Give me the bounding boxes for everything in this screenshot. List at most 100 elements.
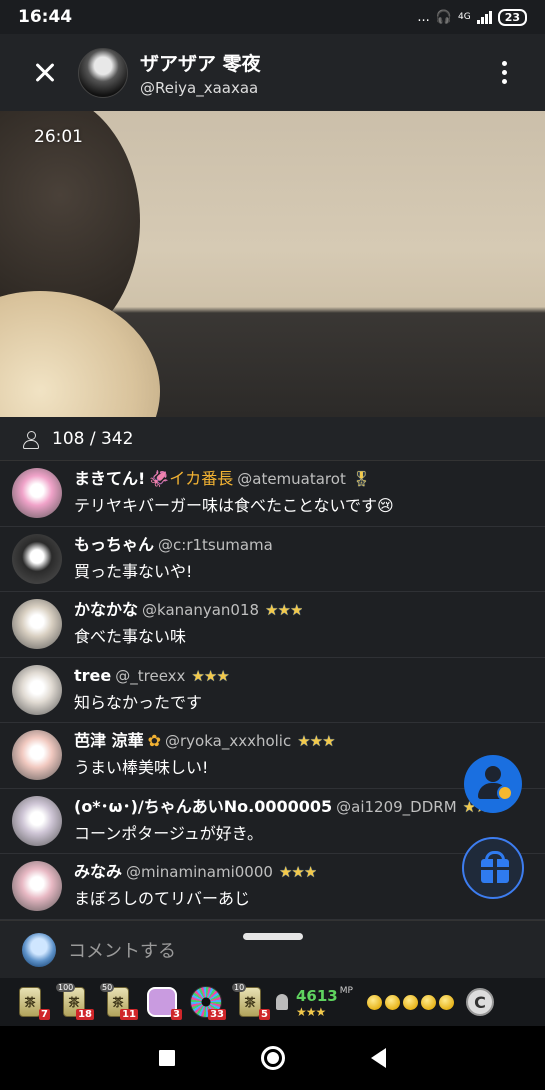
commenter-avatar[interactable] <box>12 730 62 781</box>
mp-value: 4613 <box>296 986 338 1005</box>
back-icon[interactable] <box>371 1048 386 1068</box>
gift-quantity: 18 <box>76 1009 94 1020</box>
shovel-icon <box>276 994 288 1010</box>
commenter-badge: ✿ <box>147 731 161 751</box>
coin-icon <box>402 994 418 1010</box>
comment-text: テリヤキバーガー味は食べたことないです😢 <box>74 496 394 516</box>
coin-icon <box>366 994 382 1010</box>
gift-item[interactable]: 3 <box>142 982 182 1022</box>
commenter-handle: @atemuatarot <box>237 470 346 489</box>
commenter-name: かなかな <box>74 600 139 620</box>
user-check-icon <box>485 766 501 782</box>
mp-unit: MP <box>339 985 353 996</box>
coin-icon <box>438 994 454 1010</box>
gift-tag: 10 <box>232 983 247 992</box>
gift-tray: 茶 7 茶 100 18 茶 50 11 3 33 茶 10 5 4613 MP ★★★ C <box>0 978 545 1026</box>
rank-stars: ★★★ <box>278 863 317 882</box>
commenter-name: もっちゃん <box>74 534 155 554</box>
comment-text: まぼろしのてリバーあじ <box>74 889 251 909</box>
gift-quantity: 11 <box>120 1009 138 1020</box>
gift-quantity: 5 <box>259 1009 270 1020</box>
comment-text: 買った事ないや! <box>74 561 193 581</box>
drag-handle[interactable] <box>243 933 303 940</box>
status-indicators: ... 🎧 4G 23 <box>417 8 527 26</box>
gift-quantity: 7 <box>39 1009 50 1020</box>
comment-row[interactable]: tree @_treexx ★★★ 知らなかったです <box>0 658 545 723</box>
host-info[interactable]: ザアザア 零夜 @Reiya_xaaxaa <box>140 49 261 97</box>
commenter-avatar[interactable] <box>12 664 62 715</box>
comment-input-bar: コメントする <box>0 920 545 978</box>
viewer-count: 108 / 342 <box>52 428 134 449</box>
commenter-name: (o*･ω･)/ちゃんあいNo.0000005 <box>74 796 333 816</box>
coin-row[interactable] <box>366 994 454 1010</box>
gift-item[interactable]: 茶7 <box>10 982 50 1022</box>
gift-quantity: 3 <box>171 1009 182 1020</box>
rank-stars: ★★★ <box>297 732 335 751</box>
network-type: 4G <box>457 12 471 22</box>
gift-item[interactable]: 茶 50 11 <box>98 982 138 1022</box>
video-blonde-hair-shape <box>0 291 160 417</box>
comment-row[interactable]: (o*･ω･)/ちゃんあいNo.0000005@ai1209_DDRM★★★コー… <box>0 789 545 854</box>
commenter-name: 芭津 涼華 <box>74 731 144 751</box>
more-vertical-icon[interactable] <box>502 61 507 84</box>
mp-display: 4613 MP ★★★ <box>296 986 353 1019</box>
host-handle: @Reiya_xaaxaa <box>140 78 259 97</box>
gift-button[interactable] <box>462 837 524 899</box>
comment-list[interactable]: まきてん! 🦑イカ番長 @atemuatarot 🎖 テリヤキバーガー味は食べたことない… <box>0 461 545 920</box>
rank-stars: ★★★ <box>191 666 229 685</box>
commenter-handle: @minaminami0000 <box>126 863 273 882</box>
comment-row[interactable]: 芭津 涼華 ✿ @ryoka_xxxholic ★★★ うまい棒美味しい! <box>0 723 545 789</box>
commenter-avatar[interactable] <box>12 533 62 584</box>
commenter-handle: @c:r1tsumama <box>158 535 273 554</box>
elapsed-time: 26:01 <box>34 127 83 147</box>
status-bar: 16:44 ... 🎧 4G 23 <box>0 0 545 34</box>
my-avatar <box>22 932 56 967</box>
commenter-avatar[interactable] <box>12 795 62 846</box>
close-icon[interactable] <box>30 58 60 88</box>
comment-row[interactable]: まきてん! 🦑イカ番長 @atemuatarot 🎖 テリヤキバーガー味は食べたことない… <box>0 461 545 527</box>
comment-text: コーンポタージュが好き。 <box>74 823 263 843</box>
live-video[interactable]: 26:01 <box>0 111 545 417</box>
mp-stars: ★★★ <box>296 1004 326 1019</box>
comment-text: うまい棒美味しい! <box>74 758 209 778</box>
gift-item[interactable]: 33 <box>186 982 226 1022</box>
commenter-badge: 🦑イカ番長 <box>149 469 234 489</box>
gift-item[interactable]: 茶 10 5 <box>230 982 270 1022</box>
commenter-avatar[interactable] <box>12 468 62 519</box>
gift-quantity: 33 <box>208 1009 226 1020</box>
person-icon <box>22 430 40 449</box>
commenter-avatar[interactable] <box>12 599 62 650</box>
stream-header: ザアザア 零夜 @Reiya_xaaxaa <box>0 34 545 111</box>
coin-icon <box>384 994 400 1010</box>
host-avatar[interactable] <box>78 47 128 98</box>
viewer-count-bar: 108 / 342 <box>0 417 545 461</box>
android-nav-bar <box>0 1026 545 1090</box>
home-icon[interactable] <box>261 1046 285 1070</box>
headphones-icon: 🎧 <box>435 9 452 25</box>
comment-input[interactable]: コメントする <box>68 937 176 963</box>
commenter-name: まきてん! <box>74 469 146 489</box>
comment-text: 食べた事ない味 <box>74 627 187 647</box>
tea-can-icon: 茶 <box>19 987 41 1017</box>
commenter-handle: @kananyan018 <box>142 601 260 620</box>
signal-icon <box>476 10 492 24</box>
gift-item[interactable]: 茶 100 18 <box>54 982 94 1022</box>
recents-icon[interactable] <box>159 1050 175 1066</box>
host-name: ザアザア 零夜 <box>140 52 261 75</box>
gift-tag: 50 <box>100 983 115 992</box>
rank-stars: ★★★ <box>265 601 303 620</box>
commenter-handle: @ai1209_DDRM <box>336 797 457 816</box>
c-coin-icon[interactable]: C <box>465 988 494 1016</box>
battery-icon: 23 <box>497 8 527 26</box>
commenter-avatar[interactable] <box>12 861 62 912</box>
commenter-name: tree <box>74 665 112 685</box>
commenter-name: みなみ <box>74 862 123 882</box>
comment-row[interactable]: もっちゃん @c:r1tsumama 買った事ないや! <box>0 527 545 592</box>
comment-row[interactable]: かなかな @kananyan018 ★★★ 食べた事ない味 <box>0 592 545 658</box>
follow-profile-button[interactable] <box>464 755 522 813</box>
notification-dots: ... <box>417 9 430 25</box>
commenter-handle: @ryoka_xxxholic <box>164 732 292 751</box>
coin-icon <box>420 994 436 1010</box>
commenter-handle: @_treexx <box>115 666 186 685</box>
comment-text: 知らなかったです <box>74 692 203 712</box>
